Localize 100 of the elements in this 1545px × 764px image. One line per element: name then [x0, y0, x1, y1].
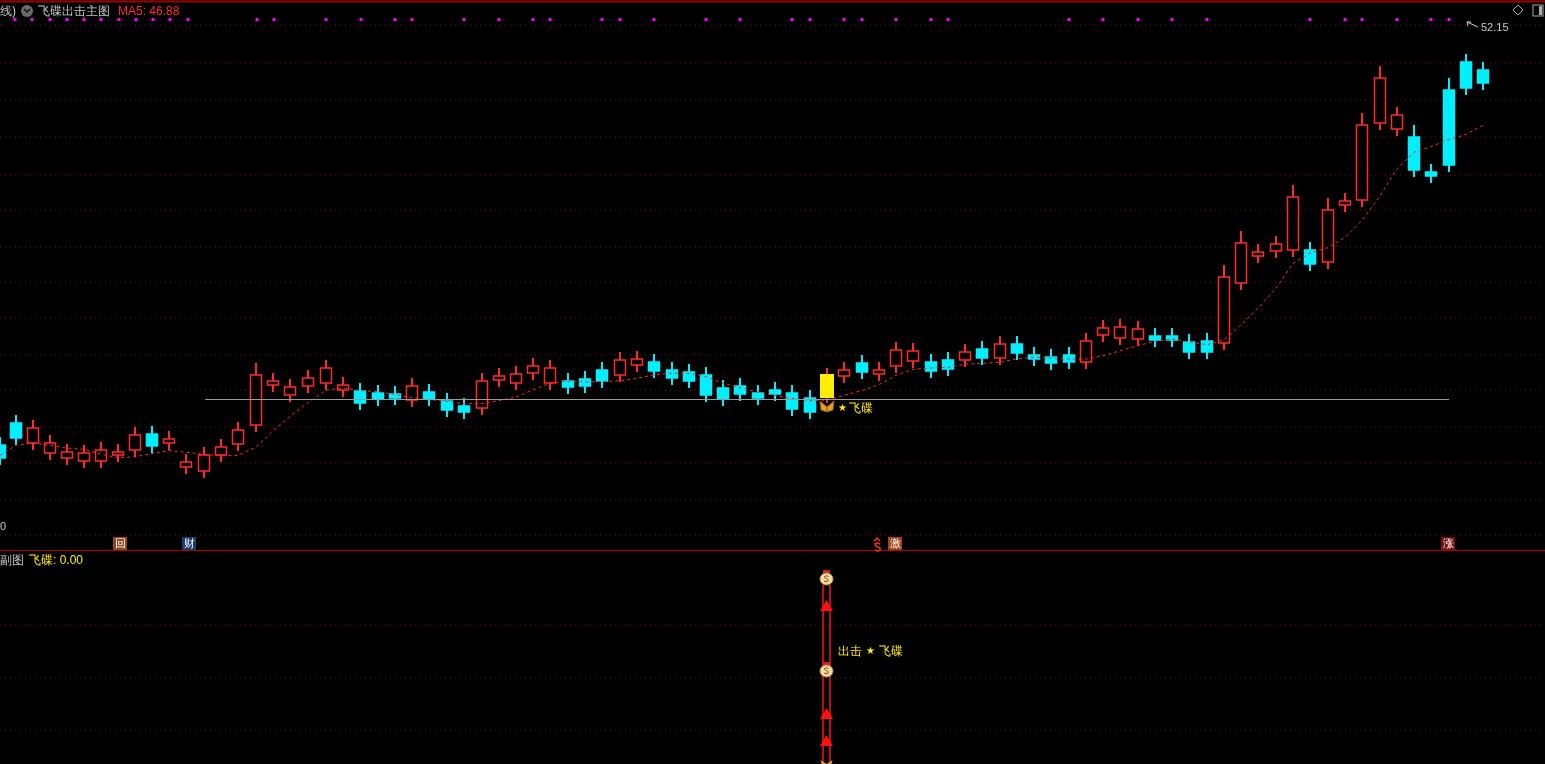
candlestick [43, 434, 57, 461]
leader-line [1466, 21, 1479, 28]
candlestick [336, 376, 350, 398]
candlestick [1096, 319, 1110, 343]
panel-toggle-icon[interactable] [1532, 4, 1544, 17]
candlestick [1338, 192, 1352, 213]
candlestick [179, 453, 193, 475]
butterfly-icon [820, 760, 833, 764]
candlestick [1303, 241, 1317, 272]
candlestick [682, 363, 696, 389]
star-icon: ★ [866, 644, 875, 658]
candlestick [353, 382, 367, 411]
candlestick [1459, 53, 1473, 96]
candlestick [837, 361, 851, 384]
action-label: 出击 [838, 644, 862, 658]
candlestick [1010, 335, 1024, 361]
candlestick [1079, 332, 1093, 370]
candlestick [145, 425, 159, 454]
candlestick [77, 444, 91, 469]
candlestick [1062, 346, 1076, 370]
price-high-label: 52.15 [1481, 20, 1509, 34]
indicator-title: 飞碟出击主图 [38, 3, 110, 19]
candlestick [0, 436, 7, 466]
signal-label: 飞碟 [849, 401, 873, 415]
candlestick [1373, 65, 1387, 131]
indicator-value: 飞碟: 0.00 [29, 552, 84, 568]
candlestick [9, 414, 23, 446]
candlestick [1476, 61, 1490, 91]
candlestick [1407, 124, 1421, 178]
candlestick [751, 384, 765, 406]
candlestick [1165, 327, 1179, 348]
candlestick [1251, 243, 1265, 264]
candlestick [197, 446, 211, 479]
candlestick [509, 365, 523, 391]
candlestick [1182, 333, 1196, 360]
period-label: 线) [0, 3, 16, 19]
candlestick [1424, 163, 1438, 184]
candlestick [872, 361, 886, 382]
candlestick [231, 421, 245, 452]
candlestick [647, 353, 661, 379]
candlestick [457, 397, 471, 420]
ma-value: MA5: 46.88 [118, 3, 180, 19]
candlestick [1113, 318, 1127, 346]
candlestick [128, 426, 142, 458]
candlestick [1131, 320, 1145, 347]
candlestick [716, 379, 730, 407]
signal-label: 飞碟 [879, 644, 903, 658]
candlestick [1044, 348, 1058, 371]
candlestick [733, 377, 747, 402]
candlestick [906, 342, 920, 369]
candlestick [60, 443, 74, 466]
candlestick [630, 350, 644, 373]
candlestick [492, 367, 506, 388]
candlestick [785, 384, 799, 417]
candlestick [941, 351, 955, 377]
signal-badge: 财 [182, 537, 196, 550]
candlestick [301, 369, 315, 394]
candlestick [388, 385, 402, 406]
candlestick [526, 357, 540, 381]
signal-badge: 激 [888, 537, 902, 550]
candlestick [1269, 235, 1283, 259]
candlestick [855, 354, 869, 380]
candlestick [422, 383, 436, 407]
axis-label: 0 [0, 519, 7, 533]
candlestick [371, 384, 385, 407]
candlestick [889, 341, 903, 374]
candlestick [405, 377, 419, 408]
candlestick [1027, 346, 1041, 367]
candlestick [665, 361, 679, 386]
signal-badge: 涨 [1441, 537, 1455, 550]
dollar-arrow-icon [873, 536, 882, 552]
candlestick [214, 438, 228, 463]
highlight-bar [820, 374, 834, 398]
butterfly-icon [819, 400, 835, 413]
candlestick [94, 441, 108, 469]
candlestick [249, 362, 263, 433]
candlestick [561, 372, 575, 395]
candlestick [1200, 332, 1214, 360]
candlestick [1148, 327, 1162, 348]
candlestick [319, 359, 333, 391]
candlestick [613, 351, 627, 383]
dropdown-icon[interactable] [21, 5, 33, 17]
star-icon: ★ [838, 401, 847, 415]
signal-badge: 回 [113, 537, 127, 550]
diamond-icon[interactable] [1512, 4, 1524, 16]
candlestick [283, 378, 297, 403]
candlestick [993, 335, 1007, 366]
candlestick [26, 419, 40, 451]
candlestick [1390, 106, 1404, 137]
candlestick [595, 361, 609, 389]
candlestick [924, 353, 938, 379]
candlestick [958, 343, 972, 368]
candlestick [475, 372, 489, 416]
candlestick [266, 372, 280, 393]
candlestick [111, 443, 125, 463]
candlestick [803, 389, 817, 420]
candlestick [975, 340, 989, 366]
candlestick [699, 366, 713, 403]
candlestick [162, 430, 176, 451]
candlestick [578, 370, 592, 394]
